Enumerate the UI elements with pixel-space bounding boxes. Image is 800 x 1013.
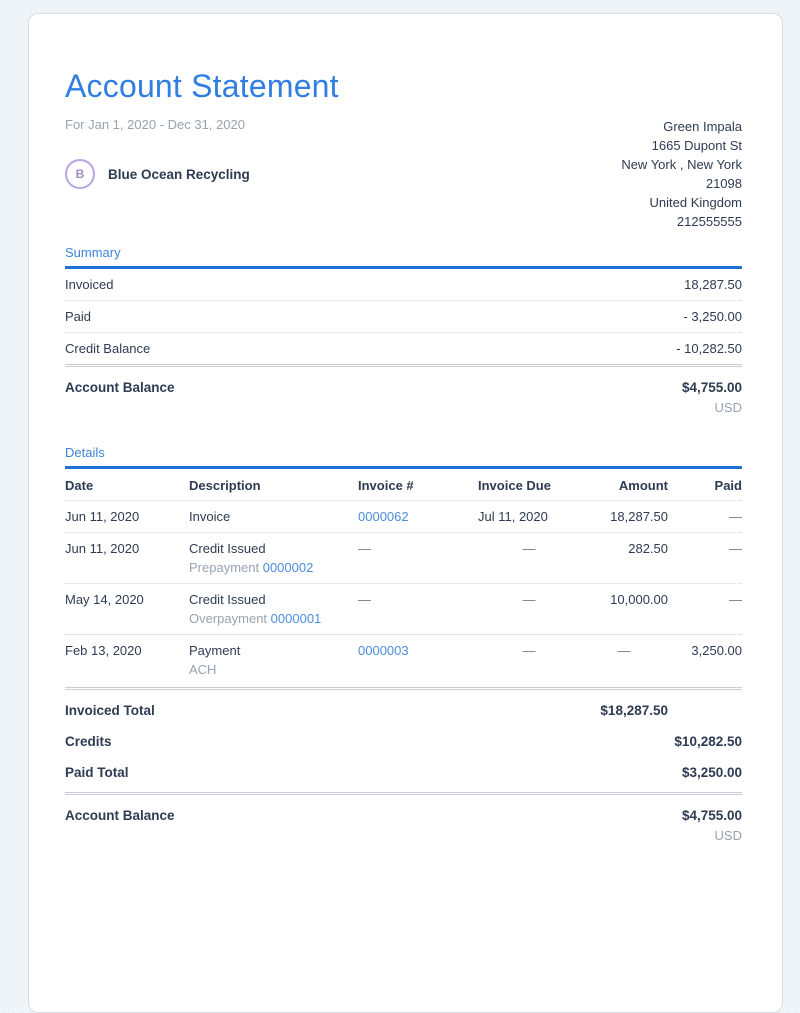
- cell-date: Jun 11, 2020: [65, 542, 189, 556]
- cell-description: Payment ACH: [189, 644, 358, 677]
- cell-paid: —: [668, 542, 742, 556]
- cell-invoice-due: —: [478, 593, 580, 607]
- summary-account-balance: Account Balance $4,755.00 USD: [65, 367, 742, 415]
- total-row: Credits $10,282.50: [65, 726, 742, 757]
- cell-invoice-number: —: [358, 593, 478, 607]
- cell-invoice-due: —: [478, 542, 580, 556]
- col-header-description: Description: [189, 479, 358, 493]
- account-balance-currency: USD: [682, 400, 742, 415]
- summary-row-value: 18,287.50: [684, 278, 742, 292]
- total-label: Invoiced Total: [65, 703, 155, 718]
- details-table: Date Description Invoice # Invoice Due A…: [65, 469, 742, 690]
- summary-row-label: Credit Balance: [65, 342, 150, 356]
- cell-description: Invoice: [189, 510, 358, 524]
- col-header-date: Date: [65, 479, 189, 493]
- description-main: Payment: [189, 644, 350, 658]
- address-line: Green Impala: [621, 117, 742, 136]
- statement-date-range: For Jan 1, 2020 - Dec 31, 2020: [65, 117, 250, 132]
- details-section-label: Details: [65, 445, 742, 460]
- account-balance-label: Account Balance: [65, 808, 175, 843]
- details-section: Details Date Description Invoice # Invoi…: [65, 445, 742, 843]
- account-balance-label: Account Balance: [65, 380, 175, 415]
- cell-invoice-number: 0000003: [358, 644, 478, 658]
- table-row: May 14, 2020 Credit Issued Overpayment 0…: [65, 584, 742, 635]
- address-line: United Kingdom: [621, 193, 742, 212]
- client-avatar-initial: B: [76, 167, 85, 181]
- account-balance-currency: USD: [682, 828, 742, 843]
- total-value: $3,250.00: [682, 765, 742, 780]
- company-address: Green Impala 1665 Dupont St New York , N…: [621, 117, 742, 231]
- payment-link[interactable]: 0000003: [358, 643, 409, 658]
- summary-section-label: Summary: [65, 245, 742, 260]
- summary-row: Credit Balance - 10,282.50: [65, 333, 742, 364]
- account-balance-value: $4,755.00: [682, 808, 742, 823]
- summary-row-label: Invoiced: [65, 278, 113, 292]
- cell-amount: —: [580, 644, 668, 658]
- cell-paid: 3,250.00: [668, 644, 742, 658]
- credit-link[interactable]: 0000002: [263, 560, 314, 575]
- total-row: Invoiced Total $18,287.50: [65, 695, 742, 726]
- total-value: $10,282.50: [674, 734, 742, 749]
- client-row: B Blue Ocean Recycling: [65, 159, 250, 189]
- description-sub-label: Prepayment: [189, 560, 259, 575]
- account-balance-right: $4,755.00 USD: [682, 808, 742, 843]
- credit-link[interactable]: 0000001: [271, 611, 322, 626]
- details-table-header: Date Description Invoice # Invoice Due A…: [65, 469, 742, 501]
- account-balance-value: $4,755.00: [682, 380, 742, 395]
- cell-amount: 10,000.00: [580, 593, 668, 607]
- account-balance-right: $4,755.00 USD: [682, 380, 742, 415]
- summary-row: Invoiced 18,287.50: [65, 269, 742, 301]
- summary-row-label: Paid: [65, 310, 91, 324]
- client-avatar: B: [65, 159, 95, 189]
- total-label: Credits: [65, 734, 112, 749]
- cell-amount: 282.50: [580, 542, 668, 556]
- client-name: Blue Ocean Recycling: [108, 167, 250, 182]
- address-line: 21098: [621, 174, 742, 193]
- cell-description: Credit Issued Overpayment 0000001: [189, 593, 358, 626]
- cell-paid: —: [668, 593, 742, 607]
- address-line: New York , New York: [621, 155, 742, 174]
- summary-row: Paid - 3,250.00: [65, 301, 742, 333]
- table-row: Jun 11, 2020 Invoice 0000062 Jul 11, 202…: [65, 501, 742, 533]
- summary-section: Summary Invoiced 18,287.50 Paid - 3,250.…: [65, 245, 742, 415]
- description-main: Credit Issued: [189, 542, 350, 556]
- col-header-invoice-due: Invoice Due: [478, 479, 580, 493]
- cell-description: Credit Issued Prepayment 0000002: [189, 542, 358, 575]
- address-line: 1665 Dupont St: [621, 136, 742, 155]
- summary-table: Invoiced 18,287.50 Paid - 3,250.00 Credi…: [65, 269, 742, 364]
- header-left: For Jan 1, 2020 - Dec 31, 2020 B Blue Oc…: [65, 117, 250, 231]
- total-row: Paid Total $3,250.00: [65, 757, 742, 788]
- col-header-paid: Paid: [668, 479, 742, 493]
- summary-row-value: - 3,250.00: [683, 310, 742, 324]
- cell-date: Feb 13, 2020: [65, 644, 189, 658]
- description-sub-label: Overpayment: [189, 611, 267, 626]
- col-header-amount: Amount: [580, 479, 668, 493]
- description-sub: Overpayment 0000001: [189, 612, 350, 626]
- cell-invoice-due: Jul 11, 2020: [478, 510, 580, 524]
- cell-amount: 18,287.50: [580, 510, 668, 524]
- cell-invoice-number: 0000062: [358, 510, 478, 524]
- cell-invoice-due: —: [478, 644, 580, 658]
- address-line: 212555555: [621, 212, 742, 231]
- col-header-invoice-number: Invoice #: [358, 479, 478, 493]
- statement-header: For Jan 1, 2020 - Dec 31, 2020 B Blue Oc…: [65, 117, 742, 231]
- description-sub: Prepayment 0000002: [189, 561, 350, 575]
- invoice-link[interactable]: 0000062: [358, 509, 409, 524]
- table-row: Jun 11, 2020 Credit Issued Prepayment 00…: [65, 533, 742, 584]
- page-title: Account Statement: [65, 68, 742, 105]
- cell-paid: —: [668, 510, 742, 524]
- cell-date: Jun 11, 2020: [65, 510, 189, 524]
- total-label: Paid Total: [65, 765, 129, 780]
- final-account-balance: Account Balance $4,755.00 USD: [65, 795, 742, 843]
- statement-card: Account Statement For Jan 1, 2020 - Dec …: [28, 13, 783, 1013]
- cell-invoice-number: —: [358, 542, 478, 556]
- summary-row-value: - 10,282.50: [676, 342, 742, 356]
- details-totals: Invoiced Total $18,287.50 Credits $10,28…: [65, 690, 742, 792]
- description-main: Credit Issued: [189, 593, 350, 607]
- description-sub: ACH: [189, 663, 350, 677]
- total-value: $18,287.50: [600, 703, 742, 718]
- cell-date: May 14, 2020: [65, 593, 189, 607]
- table-row: Feb 13, 2020 Payment ACH 0000003 — — 3,2…: [65, 635, 742, 685]
